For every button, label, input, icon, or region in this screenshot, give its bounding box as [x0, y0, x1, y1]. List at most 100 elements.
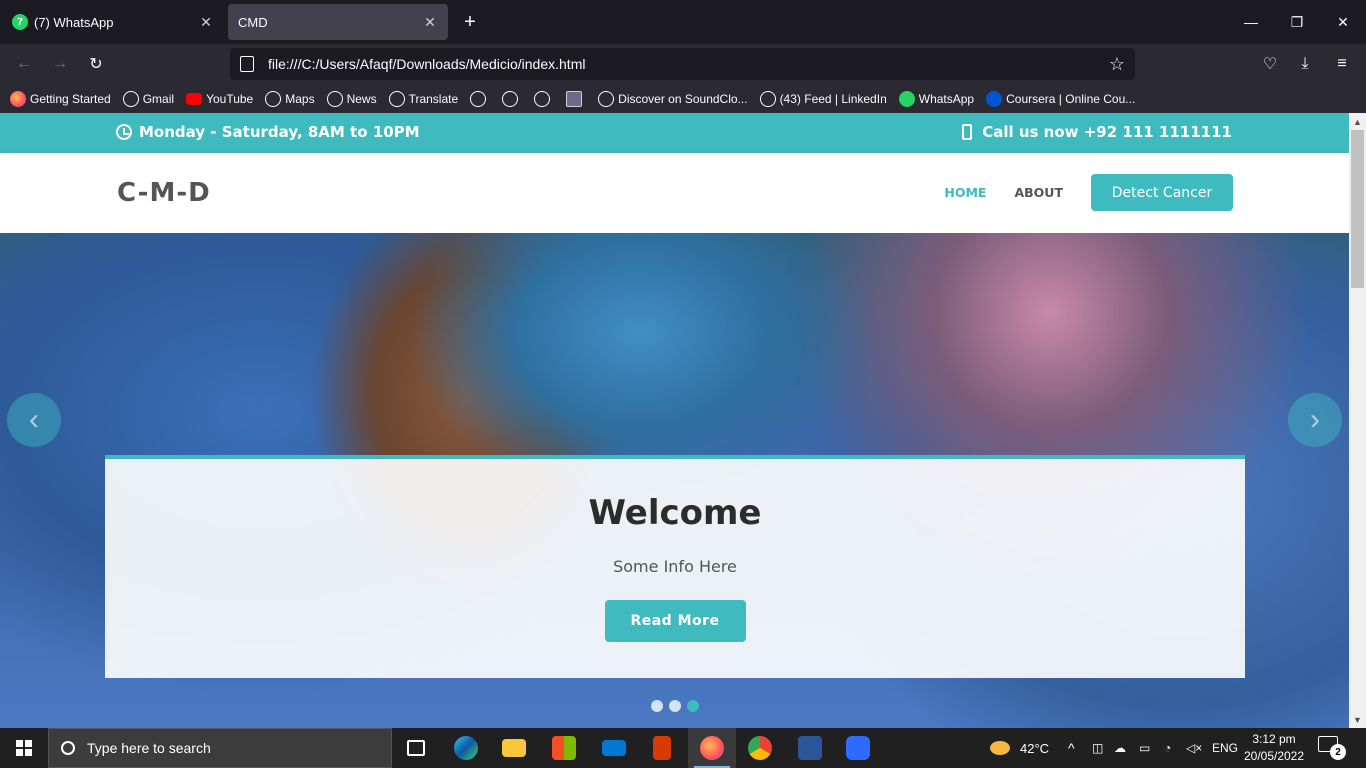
bookmark-label: YouTube — [206, 91, 254, 106]
bookmark-label: Coursera | Online Cou... — [1006, 91, 1136, 106]
word-app[interactable] — [786, 728, 834, 768]
page-icon — [240, 56, 254, 72]
weather-widget[interactable]: 42°C — [990, 728, 1049, 768]
start-button[interactable] — [0, 728, 48, 768]
image-icon — [566, 90, 583, 107]
bookmark-unnamed-4[interactable] — [566, 90, 586, 107]
bookmark-gmail[interactable]: Gmail — [122, 90, 174, 107]
globe-icon — [502, 90, 519, 107]
windows-icon — [16, 740, 32, 756]
bookmark-news[interactable]: News — [326, 90, 377, 107]
youtube-icon — [186, 92, 203, 105]
carousel-dot-active[interactable] — [687, 700, 699, 712]
globe-icon — [598, 90, 615, 107]
coursera-icon — [986, 90, 1003, 107]
forward-button[interactable]: → — [48, 52, 72, 76]
read-more-button[interactable]: Read More — [604, 600, 746, 642]
bookmark-whatsapp[interactable]: WhatsApp — [898, 90, 975, 107]
bookmark-unnamed-2[interactable] — [502, 90, 522, 107]
globe-icon — [122, 90, 139, 107]
carousel-prev-button[interactable]: ‹ — [7, 393, 61, 447]
file-explorer-app[interactable] — [490, 728, 538, 768]
mail-app[interactable] — [590, 728, 638, 768]
edge-app[interactable] — [442, 728, 490, 768]
tray-chevron-icon[interactable]: ^ — [1068, 728, 1075, 768]
scrollbar-thumb[interactable] — [1351, 130, 1364, 288]
detect-cancer-button[interactable]: Detect Cancer — [1091, 174, 1233, 211]
bookmark-coursera[interactable]: Coursera | Online Cou... — [986, 90, 1136, 107]
tray-wifi-icon[interactable]: ◔ — [1164, 728, 1171, 768]
carousel-dot[interactable] — [651, 700, 663, 712]
download-icon[interactable]: ⤓ — [1293, 52, 1317, 76]
page-scrollbar[interactable]: ▲ ▼ — [1349, 113, 1366, 728]
bookmark-soundcloud[interactable]: Discover on SoundClo... — [598, 90, 748, 107]
word-icon — [798, 736, 822, 760]
menu-icon[interactable]: ≡ — [1330, 52, 1354, 76]
carousel-dot[interactable] — [669, 700, 681, 712]
site-logo[interactable]: C-M-D — [117, 178, 211, 208]
tab-whatsapp[interactable]: 7 (7) WhatsApp ✕ — [2, 4, 224, 40]
edge-icon — [454, 736, 478, 760]
contact-topbar: Monday - Saturday, 8AM to 10PM Call us n… — [0, 113, 1349, 153]
nav-home-link[interactable]: HOME — [944, 185, 986, 200]
taskbar-clock[interactable]: 3:12 pm 20/05/2022 — [1240, 731, 1308, 765]
chrome-icon — [748, 736, 772, 760]
nav-about-link[interactable]: ABOUT — [1014, 185, 1063, 200]
address-bar[interactable]: file:///C:/Users/Afaqf/Downloads/Medicio… — [230, 48, 1135, 80]
phone-contact: Call us now +92 111 1111111 — [962, 123, 1232, 141]
mail-icon — [602, 740, 626, 756]
bookmark-label: Discover on SoundClo... — [618, 91, 748, 106]
bookmark-label: Translate — [408, 91, 459, 106]
bookmark-linkedin[interactable]: (43) Feed | LinkedIn — [759, 90, 887, 107]
scroll-up-icon[interactable]: ▲ — [1349, 113, 1366, 130]
chrome-app[interactable] — [736, 728, 784, 768]
bookmark-star-icon[interactable]: ☆ — [1109, 54, 1125, 75]
language-indicator[interactable]: ENG — [1212, 728, 1238, 768]
taskbar-search[interactable]: Type here to search — [48, 728, 392, 768]
bookmark-unnamed-3[interactable] — [534, 90, 554, 107]
back-button[interactable]: ← — [12, 52, 36, 76]
notification-center-button[interactable]: 2 — [1318, 736, 1346, 760]
tray-volume-icon[interactable]: ◁× — [1186, 728, 1202, 768]
globe-icon — [326, 90, 343, 107]
carousel-next-button[interactable]: › — [1288, 393, 1342, 447]
close-window-button[interactable]: ✕ — [1320, 8, 1366, 36]
globe-icon — [388, 90, 405, 107]
tab-cmd[interactable]: CMD ✕ — [228, 4, 448, 40]
phone-text: Call us now +92 111 1111111 — [982, 123, 1232, 141]
bookmark-translate[interactable]: Translate — [388, 90, 459, 107]
globe-icon — [265, 90, 282, 107]
bookmark-label: WhatsApp — [918, 91, 975, 106]
minimize-button[interactable]: — — [1228, 8, 1274, 36]
store-app[interactable] — [540, 728, 588, 768]
firefox-app[interactable] — [688, 728, 736, 768]
new-tab-button[interactable]: + — [458, 10, 482, 34]
opening-hours-text: Monday - Saturday, 8AM to 10PM — [139, 123, 420, 141]
bookmark-unnamed-1[interactable] — [470, 90, 490, 107]
bookmark-youtube[interactable]: YouTube — [186, 92, 253, 106]
bookmark-maps[interactable]: Maps — [265, 90, 315, 107]
pocket-icon[interactable]: ♡ — [1258, 52, 1282, 76]
restore-button[interactable]: ❐ — [1274, 8, 1320, 36]
phone-icon — [962, 124, 973, 140]
tray-battery-icon[interactable]: ▭ — [1139, 728, 1150, 768]
browser-tab-bar: 7 (7) WhatsApp ✕ CMD ✕ + — ❐ ✕ — [0, 0, 1366, 44]
store-icon — [552, 736, 576, 760]
reload-button[interactable]: ↻ — [84, 52, 108, 76]
office-app[interactable] — [638, 728, 686, 768]
folder-icon — [502, 739, 526, 757]
scroll-down-icon[interactable]: ▼ — [1349, 711, 1366, 728]
bookmark-label: News — [346, 91, 377, 106]
unknown-app[interactable] — [834, 728, 882, 768]
clock-time: 3:12 pm — [1252, 732, 1296, 746]
hero-caption-box: Welcome Some Info Here Read More — [105, 455, 1245, 678]
bookmark-getting-started[interactable]: Getting Started — [10, 90, 111, 107]
close-icon[interactable]: ✕ — [422, 14, 438, 30]
close-icon[interactable]: ✕ — [198, 14, 214, 30]
globe-icon — [470, 90, 487, 107]
tray-meet-icon[interactable]: ◫ — [1092, 728, 1103, 768]
tray-cloud-icon[interactable]: ☁ — [1114, 728, 1126, 768]
bookmark-label: Getting Started — [30, 91, 111, 106]
task-view-button[interactable] — [392, 728, 440, 768]
url-text[interactable]: file:///C:/Users/Afaqf/Downloads/Medicio… — [268, 56, 1109, 72]
